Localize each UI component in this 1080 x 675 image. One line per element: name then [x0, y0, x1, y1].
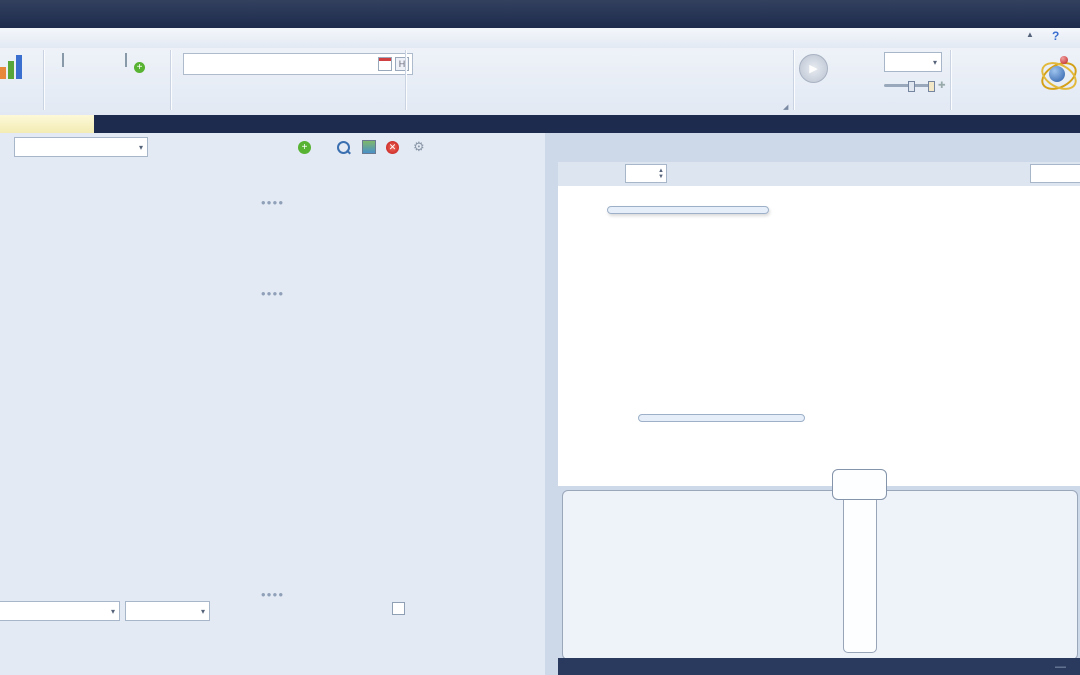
splitter[interactable]: ●●●●	[0, 590, 545, 599]
chart-date-annotation[interactable]	[638, 414, 805, 422]
title-bar	[0, 0, 1080, 28]
group-separator	[170, 50, 172, 110]
ignore-trades-checkbox[interactable]	[392, 602, 410, 615]
help-icon[interactable]: ?	[1052, 29, 1059, 43]
checkbox-icon	[392, 602, 405, 615]
export-icon[interactable]	[362, 140, 376, 154]
risk-chart-svg[interactable]	[558, 186, 1080, 486]
optionnet-explorer-window: ▲ ? + H ◢ ▶ ▾ ✚ ▾ + ✕ ⚙ ●●●● ●●●● ●●●● ▾…	[0, 0, 1080, 675]
calendar-icon[interactable]	[378, 57, 392, 71]
menu-bar	[0, 28, 1080, 49]
auto-select[interactable]: ▾	[125, 601, 210, 621]
group-separator	[793, 50, 795, 110]
position-toolbar: ▾ + ✕ ⚙	[0, 135, 545, 159]
current-price-column-highlight	[843, 486, 877, 653]
zoom-slider-icon[interactable]: —	[1055, 661, 1066, 673]
chevron-down-icon: ▾	[138, 142, 143, 152]
group-separator	[43, 50, 45, 110]
greeks-panel	[562, 490, 1078, 660]
tab-analysis-es[interactable]	[0, 115, 94, 133]
speed-slider[interactable]	[884, 81, 935, 92]
projection-date-field[interactable]	[1030, 164, 1080, 183]
commit-button[interactable]: +	[298, 140, 315, 154]
vol-adjust-spinner[interactable]: ▲ ▼	[625, 164, 667, 183]
speed-slider-end	[928, 81, 935, 92]
combined-select[interactable]: ▾	[0, 601, 120, 621]
interval-select[interactable]: ▾	[884, 52, 942, 72]
commit-trade-icon[interactable]: +	[125, 53, 145, 73]
splitter[interactable]: ●●●●	[0, 289, 545, 298]
group-separator	[405, 50, 407, 110]
chevron-down-icon: ▾	[932, 57, 937, 67]
play-button[interactable]: ▶	[799, 54, 828, 83]
group-separator	[950, 50, 952, 110]
plus-icon: +	[298, 140, 311, 154]
strategy-select[interactable]: ▾	[14, 137, 148, 157]
spinner-arrows-icon[interactable]: ▲ ▼	[658, 168, 666, 180]
document-tab-strip	[0, 115, 1080, 135]
gear-icon[interactable]: ⚙	[413, 139, 425, 155]
trade-log-icon[interactable]	[62, 53, 64, 67]
group-expand-icon[interactable]: ◢	[783, 103, 788, 111]
current-price-box	[832, 469, 887, 500]
chart-legend[interactable]	[607, 206, 769, 214]
chart-status-bar: —	[558, 658, 1080, 675]
collapse-ribbon-icon[interactable]: ▲	[1026, 30, 1034, 39]
app-logo-icon	[1036, 54, 1080, 98]
splitter[interactable]: ●●●●	[0, 198, 545, 207]
remove-icon[interactable]: ✕	[386, 140, 399, 154]
reports-icon[interactable]	[0, 53, 26, 79]
speed-slider-thumb[interactable]	[908, 81, 915, 92]
trading-date-field[interactable]: H	[183, 53, 413, 75]
search-icon[interactable]	[337, 140, 350, 154]
chevron-down-icon: ▾	[200, 606, 205, 616]
chevron-down-icon: ▾	[110, 606, 115, 616]
speed-plus-icon[interactable]: ✚	[938, 80, 946, 91]
